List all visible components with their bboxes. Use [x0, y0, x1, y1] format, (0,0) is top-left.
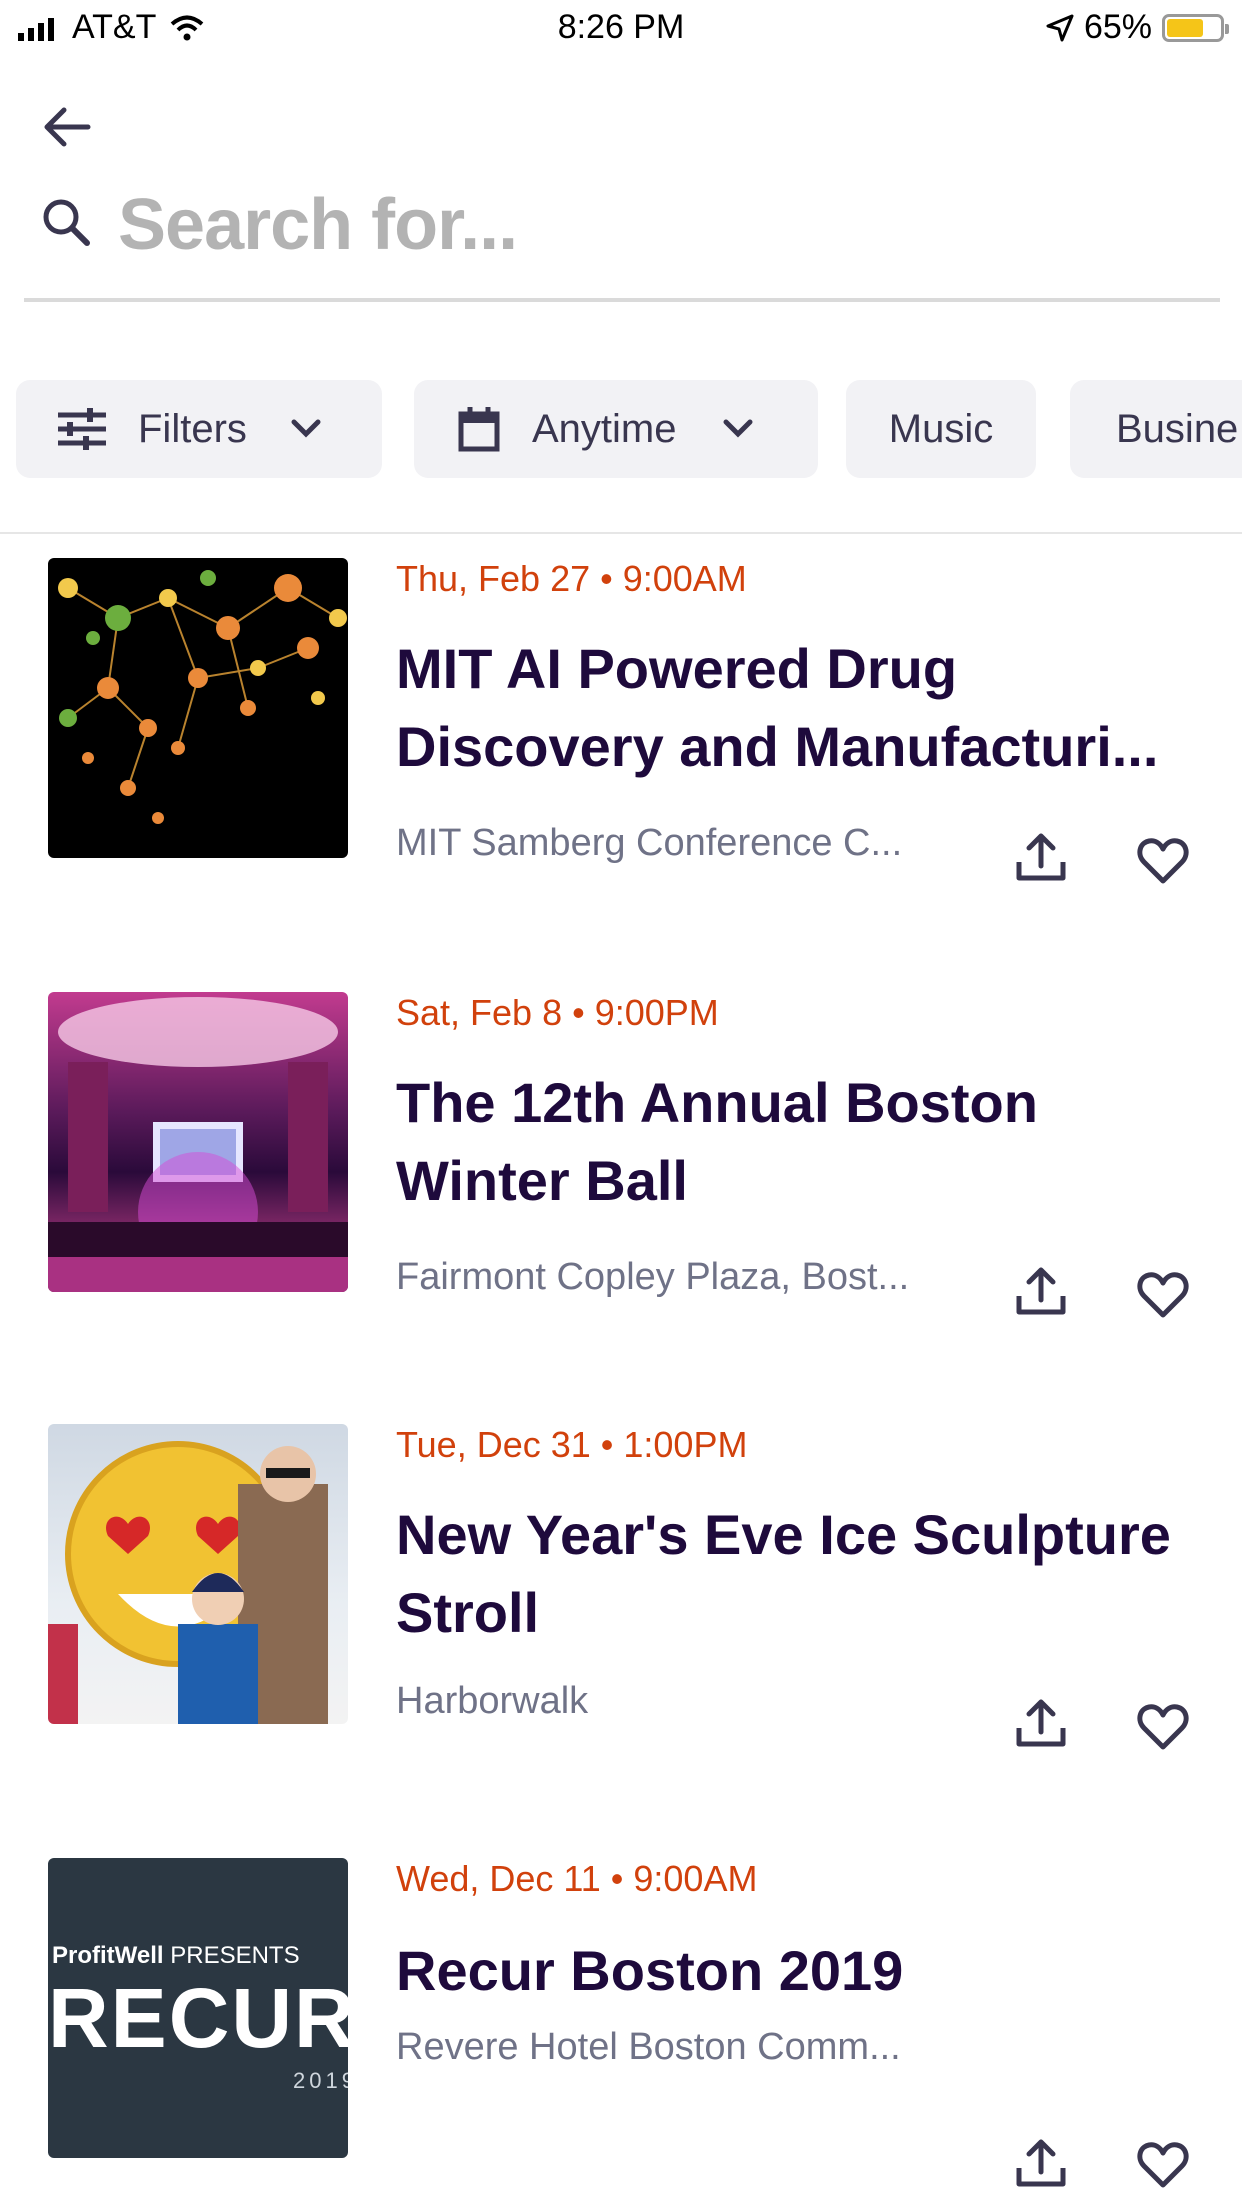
- share-icon[interactable]: [1014, 1696, 1068, 1750]
- search-input[interactable]: Search for...: [118, 184, 518, 266]
- event-title[interactable]: MIT AI Powered Drug Discovery and Manufa…: [396, 630, 1176, 786]
- profitwell-logo: ProfitWell PRESENTS: [52, 1942, 300, 1970]
- heart-icon[interactable]: [1136, 834, 1190, 888]
- filter-chip-row[interactable]: Filters Anytime Music Busine: [0, 360, 1242, 500]
- event-venue: Harborwalk: [396, 1680, 589, 1722]
- event-card[interactable]: Thu, Feb 27 • 9:00AM MIT AI Powered Drug…: [0, 558, 1242, 884]
- presents-text: PRESENTS: [170, 1942, 300, 1969]
- share-icon[interactable]: [1014, 2136, 1068, 2190]
- share-icon[interactable]: [1014, 1264, 1068, 1318]
- event-image[interactable]: [48, 992, 348, 1292]
- event-venue: MIT Samberg Conference C...: [396, 822, 903, 864]
- back-arrow-icon[interactable]: [40, 100, 94, 154]
- search-underline: [24, 298, 1220, 302]
- heart-icon[interactable]: [1136, 1700, 1190, 1754]
- recur-wordmark: RECUR: [48, 1971, 348, 2065]
- ice-sculpture-graphic: [48, 1441, 328, 1724]
- status-right: 65%: [1046, 8, 1229, 47]
- event-image[interactable]: [48, 1424, 348, 1724]
- share-icon[interactable]: [1014, 830, 1068, 884]
- event-card[interactable]: Tue, Dec 31 • 1:00PM New Year's Eve Ice …: [0, 1424, 1242, 1750]
- music-chip[interactable]: Music: [846, 380, 1036, 478]
- anytime-label: Anytime: [532, 406, 677, 451]
- location-icon: [1046, 14, 1074, 41]
- music-label: Music: [888, 406, 994, 451]
- filters-button[interactable]: Filters: [16, 380, 382, 478]
- chevron-down-icon: [291, 419, 321, 438]
- event-date: Wed, Dec 11 • 9:00AM: [396, 1858, 758, 1899]
- heart-icon[interactable]: [1136, 1268, 1190, 1322]
- sliders-icon: [58, 408, 106, 450]
- profitwell-brand: ProfitWell: [52, 1942, 164, 1969]
- molecule-graphic: [58, 570, 347, 824]
- event-date: Tue, Dec 31 • 1:00PM: [396, 1424, 748, 1465]
- event-title[interactable]: The 12th Annual Boston Winter Ball: [396, 1064, 1176, 1220]
- filters-label: Filters: [138, 406, 247, 451]
- event-title[interactable]: New Year's Eve Ice Sculpture Stroll: [396, 1496, 1176, 1652]
- event-venue: Revere Hotel Boston Comm...: [396, 2026, 901, 2068]
- heart-icon[interactable]: [1136, 2138, 1190, 2192]
- year-text: 2019: [293, 2068, 348, 2093]
- business-label: Busine: [1116, 406, 1239, 451]
- event-date: Sat, Feb 8 • 9:00PM: [396, 992, 719, 1033]
- business-chip[interactable]: Busine: [1070, 380, 1242, 478]
- chevron-down-icon: [723, 419, 752, 438]
- battery-percent: 65%: [1083, 8, 1152, 46]
- header-divider: [0, 532, 1242, 534]
- event-card[interactable]: ProfitWell PRESENTS RECUR 2019 Wed, Dec …: [0, 1858, 1242, 2188]
- status-bar: AT&T 8:26 PM 65%: [0, 0, 1242, 56]
- anytime-button[interactable]: Anytime: [414, 380, 818, 478]
- event-card[interactable]: Sat, Feb 8 • 9:00PM The 12th Annual Bost…: [0, 992, 1242, 1318]
- event-venue: Fairmont Copley Plaza, Bost...: [396, 1256, 910, 1298]
- battery-icon: [1162, 13, 1229, 42]
- calendar-icon: [458, 407, 500, 452]
- event-image[interactable]: [48, 558, 348, 858]
- search-icon[interactable]: [40, 196, 92, 248]
- event-image[interactable]: ProfitWell PRESENTS RECUR 2019: [48, 1858, 348, 2158]
- event-date: Thu, Feb 27 • 9:00AM: [396, 558, 747, 599]
- ballroom-graphic: [48, 997, 348, 1292]
- event-title[interactable]: Recur Boston 2019: [396, 1932, 1176, 2010]
